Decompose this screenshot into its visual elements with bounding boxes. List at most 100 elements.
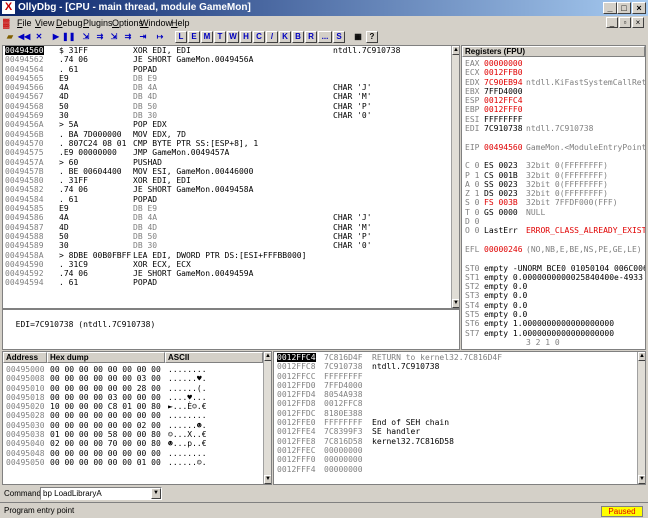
help-button[interactable]: ? — [366, 31, 378, 43]
register-row[interactable]: EBP 0012FFF0 — [464, 105, 644, 114]
step-over-icon[interactable]: ⇉ — [94, 31, 106, 43]
disasm-row[interactable]: 00494566 4A DB 4A CHAR 'J' — [3, 83, 452, 92]
toolbar-button-w[interactable]: W — [227, 31, 239, 43]
toolbar-button-h[interactable]: H — [240, 31, 252, 43]
register-row[interactable]: T 0 GS 0000 NULL — [464, 208, 644, 217]
dump-pane[interactable]: Address Hex dump ASCII 00495000 00 00 00 … — [2, 351, 272, 485]
disasm-row[interactable]: 00494569 30 DB 30 CHAR '0' — [3, 111, 452, 120]
play-icon[interactable]: ▶ — [50, 31, 62, 43]
register-row[interactable]: ST3 empty 0.0 — [464, 291, 644, 300]
register-row[interactable]: EAX 00000000 — [464, 59, 644, 68]
disasm-row[interactable]: 00494564 . 61 POPAD — [3, 65, 452, 74]
register-row[interactable] — [464, 236, 644, 245]
grid-icon[interactable]: ▦ — [352, 31, 364, 43]
register-row[interactable]: C 0 ES 0023 32bit 0(FFFFFFFF) — [464, 161, 644, 170]
stack-row[interactable]: 0012FFDC 8180E388 — [276, 409, 636, 418]
register-row[interactable]: ST6 empty 1.0000000000000000000 — [464, 319, 644, 328]
step-into-icon[interactable]: ⇲ — [80, 31, 92, 43]
toolbar-button-l[interactable]: L — [175, 31, 187, 43]
stack-row[interactable]: 0012FFE0 FFFFFFFF End of SEH chain — [276, 418, 636, 427]
toolbar-button-r[interactable]: R — [305, 31, 317, 43]
stack-row[interactable]: 0012FFE4 7C8399F3 SE handler — [276, 427, 636, 436]
stack-row[interactable]: 0012FFC8 7C910738 ntdll.7C910738 — [276, 362, 636, 371]
disasm-row[interactable]: 00494585 E9 DB E9 — [3, 204, 452, 213]
disasm-row[interactable]: 00494584 . 61 POPAD — [3, 195, 452, 204]
toolbar-button-slash[interactable]: / — [266, 31, 278, 43]
disasm-row[interactable]: 00494590 . 31C9 XOR ECX, ECX — [3, 260, 452, 269]
disasm-row[interactable]: 00494587 4D DB 4D CHAR 'M' — [3, 223, 452, 232]
toolbar-button-k[interactable]: K — [279, 31, 291, 43]
register-row[interactable]: Z 1 DS 0023 32bit 0(FFFFFFFF) — [464, 189, 644, 198]
execute-till-return-icon[interactable]: ⇥ — [137, 31, 149, 43]
pause-icon[interactable]: ❚❚ — [62, 31, 75, 43]
register-row[interactable]: D 0 — [464, 217, 644, 226]
toolbar-button-t[interactable]: T — [214, 31, 226, 43]
dump-row[interactable]: 00495038 01 00 00 00 58 00 00 80 ☺...X..€ — [5, 430, 263, 439]
dump-row[interactable]: 00495028 00 00 00 00 00 00 00 00........ — [5, 411, 263, 420]
register-row[interactable]: ST2 empty 0.0 — [464, 282, 644, 291]
register-row[interactable]: A 0 SS 0023 32bit 0(FFFFFFFF) — [464, 180, 644, 189]
dump-row[interactable]: 00495040 02 00 00 00 70 00 00 80 ☻...p..€ — [5, 439, 263, 448]
disasm-row[interactable]: 0049457A > 60 PUSHAD — [3, 158, 452, 167]
disasm-row[interactable]: 0049456A > 5A POP EDX — [3, 120, 452, 129]
register-row[interactable]: ST5 empty 0.0 — [464, 310, 644, 319]
scroll-up-icon[interactable]: ▲ — [452, 46, 459, 55]
stack-row[interactable]: 0012FFEC 00000000 — [276, 446, 636, 455]
register-row[interactable]: EIP 00494560 GameMon.<ModuleEntryPoint> — [464, 143, 645, 152]
trace-over-icon[interactable]: ⇉ — [122, 31, 134, 43]
disasm-row[interactable]: 0049457B . BE 00604400 MOV ESI, GameMon.00… — [3, 167, 452, 176]
registers-header[interactable]: Registers (FPU) — [462, 46, 645, 57]
disasm-row[interactable]: 00494586 4A DB 4A CHAR 'J' — [3, 213, 452, 222]
dump-header-address[interactable]: Address — [3, 352, 47, 363]
stack-row[interactable]: 0012FFD8 0012FFC8 — [276, 399, 636, 408]
register-row[interactable] — [464, 254, 644, 263]
mdi-restore-button[interactable]: ▫ — [619, 17, 631, 28]
register-row[interactable]: P 1 CS 001B 32bit 0(FFFFFFFF) — [464, 171, 644, 180]
register-row[interactable]: ST4 empty 0.0 — [464, 301, 644, 310]
stack-pane[interactable]: 0012FFC4 7C816D4F RETURN to kernel32.7C816… — [273, 351, 646, 485]
open-icon[interactable]: ▰ — [4, 31, 16, 43]
mdi-close-button[interactable]: × — [632, 17, 644, 28]
chevron-down-icon[interactable]: ▼ — [151, 488, 161, 499]
dump-row[interactable]: 00495020 10 00 00 00 C8 01 00 80 ►...È☺.€ — [5, 402, 263, 411]
dump-header-ascii[interactable]: ASCII — [165, 352, 263, 363]
dump-scrollbar[interactable]: ▲ ▼ — [263, 352, 271, 484]
register-row[interactable]: EFL 00000246 (NO,NB,E,BE,NS,PE,GE,LE) — [464, 245, 644, 254]
register-row[interactable]: ST1 empty 0.0000000000025840400e-4933 — [464, 273, 644, 282]
toolbar-button-s[interactable]: S — [333, 31, 345, 43]
dump-header-hex[interactable]: Hex dump — [47, 352, 165, 363]
disasm-row[interactable]: 00494582 .74 06 JE SHORT GameMon.0049458A — [3, 185, 452, 194]
scroll-down-icon[interactable]: ▼ — [452, 299, 459, 308]
disasm-row[interactable]: 0049456B . BA 7D000000 MOV EDX, 7D — [3, 130, 452, 139]
toolbar-button-c[interactable]: C — [253, 31, 265, 43]
dump-row[interactable]: 00495008 00 00 00 00 00 00 03 00 ......♥. — [5, 374, 263, 383]
toolbar-button-e[interactable]: E — [188, 31, 200, 43]
toolbar-button-b[interactable]: B — [292, 31, 304, 43]
disassembly-pane[interactable]: 00494560 $ 31FF XOR EDI, EDI ntdll.7C910738… — [2, 45, 460, 309]
rewind-icon[interactable]: ◀◀ — [18, 31, 30, 43]
disasm-row[interactable]: 00494588 50 DB 50 CHAR 'P' — [3, 232, 452, 241]
close-icon[interactable]: ✕ — [33, 31, 45, 43]
menu-plugins[interactable]: Plugins — [83, 16, 113, 30]
register-row[interactable]: EDX 7C90EB94 ntdll.KiFastSystemCallRet — [464, 78, 645, 87]
registers-pane[interactable]: Registers (FPU) EAX 00000000 ECX 0012FFB0 ED… — [461, 45, 646, 350]
command-input[interactable]: bp LoadLibraryA ▼ — [40, 487, 162, 500]
disasm-row[interactable]: 00494589 30 DB 30 CHAR '0' — [3, 241, 452, 250]
toolbar-button-m[interactable]: M — [201, 31, 213, 43]
disasm-row[interactable]: 00494594 . 61 POPAD — [3, 278, 452, 287]
register-row[interactable]: EBX 7FFD4000 — [464, 87, 644, 96]
dump-row[interactable]: 00495050 00 00 00 00 00 00 01 00 ......☺. — [5, 458, 263, 467]
menu-view[interactable]: View — [35, 16, 54, 30]
register-row[interactable] — [464, 152, 644, 161]
stack-row[interactable]: 0012FFC4 7C816D4F RETURN to kernel32.7C816… — [276, 353, 636, 363]
stack-scroll-up-icon[interactable]: ▲ — [638, 352, 645, 361]
register-row[interactable]: ST0 empty -UNORM BCE0 01050104 006C006F — [464, 264, 645, 273]
close-button[interactable]: × — [632, 2, 646, 14]
stack-row[interactable]: 0012FFCC FFFFFFFF — [276, 372, 636, 381]
menu-window[interactable]: Window — [140, 16, 172, 30]
disasm-row[interactable]: 00494568 50 DB 50 CHAR 'P' — [3, 102, 452, 111]
disasm-row[interactable]: 00494575 .E9 00000000 JMP GameMon.0049457A — [3, 148, 452, 157]
stack-row[interactable]: 0012FFE8 7C816D58 kernel32.7C816D58 — [276, 437, 636, 446]
toolbar-button-dots[interactable]: ... — [318, 31, 332, 43]
menu-options[interactable]: Options — [112, 16, 143, 30]
